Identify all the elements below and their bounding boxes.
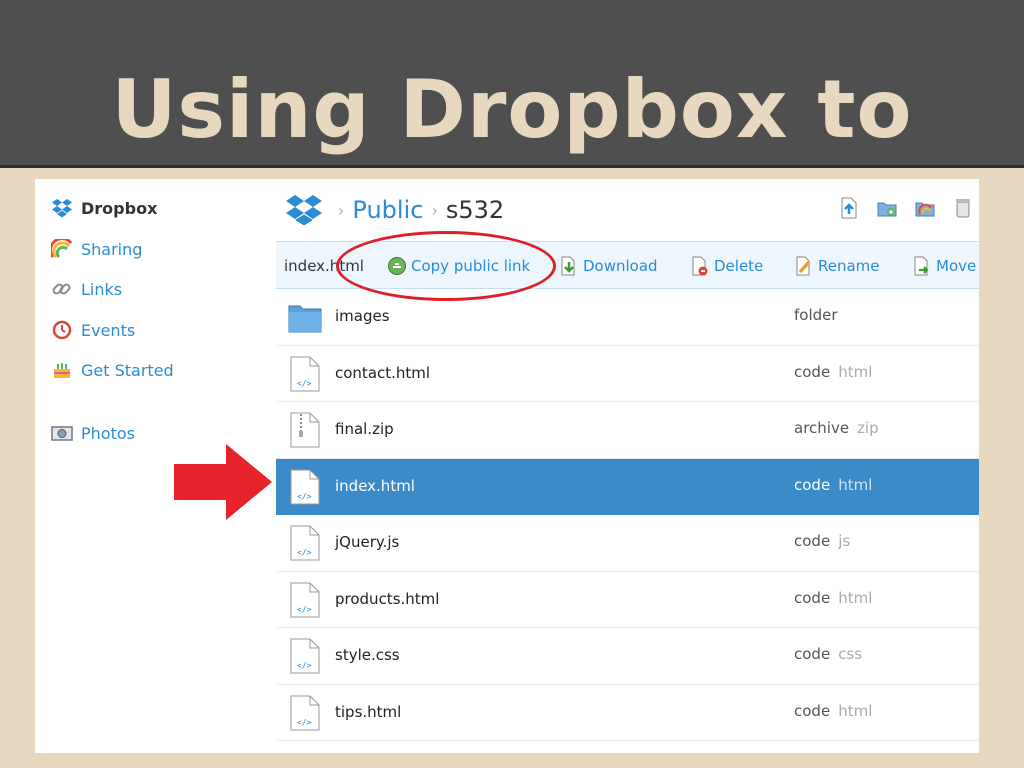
sidebar-item-label: Events [81,320,136,340]
file-list: images folder </> contact.html code html … [276,289,979,741]
sidebar-item-photos[interactable]: Photos [51,421,135,445]
breadcrumb-current: s532 [445,196,505,224]
rename-label: Rename [818,257,880,275]
rename-icon [794,256,814,276]
cake-icon [51,359,73,381]
file-name: jQuery.js [335,533,400,551]
clock-icon [51,319,73,341]
svg-text:</>: </> [297,548,312,557]
delete-label: Delete [714,257,764,275]
table-row-selected[interactable]: </> index.html code html [276,458,979,515]
red-arrow-annotation [174,444,272,520]
trash-icon[interactable] [953,197,973,219]
new-folder-icon[interactable] [877,197,897,219]
file-kind: code html [794,588,873,607]
rename-button[interactable]: Rename [794,255,880,277]
breadcrumb-separator: › [431,200,438,220]
folder-icon [288,305,322,333]
top-action-icons [839,197,973,219]
file-name: images [335,307,390,325]
file-kind: code js [794,532,851,550]
upload-icon[interactable] [839,197,859,219]
file-name: products.html [335,589,440,608]
dropbox-logo-icon[interactable] [284,193,324,227]
file-name: final.zip [335,420,394,438]
file-kind: archive zip [794,419,879,437]
table-row[interactable]: </> style.css code css [276,628,979,685]
table-row[interactable]: </> contact.html code html [276,346,979,402]
file-kind: code css [794,645,863,663]
svg-text:</>: </> [297,718,312,727]
table-row[interactable]: final.zip archive zip [276,402,979,459]
camera-icon [51,422,73,444]
sidebar-item-get-started[interactable]: Get Started [51,358,174,382]
file-name: contact.html [335,363,431,382]
table-row[interactable]: </> tips.html code html [276,685,979,741]
table-row[interactable]: </> products.html code html [276,572,979,628]
code-file-icon: </> [290,469,320,504]
svg-text:</>: </> [297,661,312,670]
shared-folder-icon[interactable] [915,197,935,219]
dropbox-logo-icon [51,197,73,219]
sidebar-item-label: Sharing [81,239,143,259]
download-button[interactable]: Download [559,255,658,277]
sidebar-item-events[interactable]: Events [51,318,135,342]
code-file-icon: </> [290,525,320,561]
table-row[interactable]: images folder [276,289,979,346]
code-file-icon: </> [290,356,320,391]
zip-file-icon [290,412,320,448]
move-button[interactable]: Move [912,255,976,277]
move-icon [912,256,932,276]
table-row[interactable]: </> jQuery.js code js [276,515,979,572]
sidebar-item-dropbox[interactable]: Dropbox [51,196,157,220]
sidebar-item-label: Dropbox [81,198,158,218]
highlight-circle-annotation [336,231,556,301]
code-file-icon: </> [290,695,320,730]
file-name: index.html [335,476,415,495]
rainbow-icon [51,238,73,260]
sidebar-item-sharing[interactable]: Sharing [51,237,142,261]
svg-text:</>: </> [297,492,312,501]
link-icon [51,278,73,300]
delete-icon [690,256,710,276]
breadcrumb: › Public › s532 [284,193,504,227]
file-name: style.css [335,646,400,664]
code-file-icon: </> [290,638,320,674]
download-label: Download [583,257,658,275]
sidebar-item-label: Get Started [81,360,174,380]
svg-text:</>: </> [297,605,312,614]
file-name: tips.html [335,702,402,721]
delete-button[interactable]: Delete [690,255,763,277]
slide-title-bar: Using Dropbox to Host [0,0,1024,252]
move-label: Move [936,257,977,275]
file-kind: code html [794,701,873,720]
sidebar-item-label: Photos [81,423,135,443]
file-kind: folder [794,306,838,324]
file-kind: code html [794,475,873,494]
breadcrumb-separator: › [338,200,345,220]
code-file-icon: </> [290,582,320,617]
svg-text:</>: </> [297,379,312,388]
breadcrumb-public[interactable]: Public [352,196,423,224]
file-kind: code html [794,362,873,381]
sidebar-item-links[interactable]: Links [51,277,122,301]
download-icon [559,256,579,276]
sidebar-item-label: Links [81,279,123,299]
